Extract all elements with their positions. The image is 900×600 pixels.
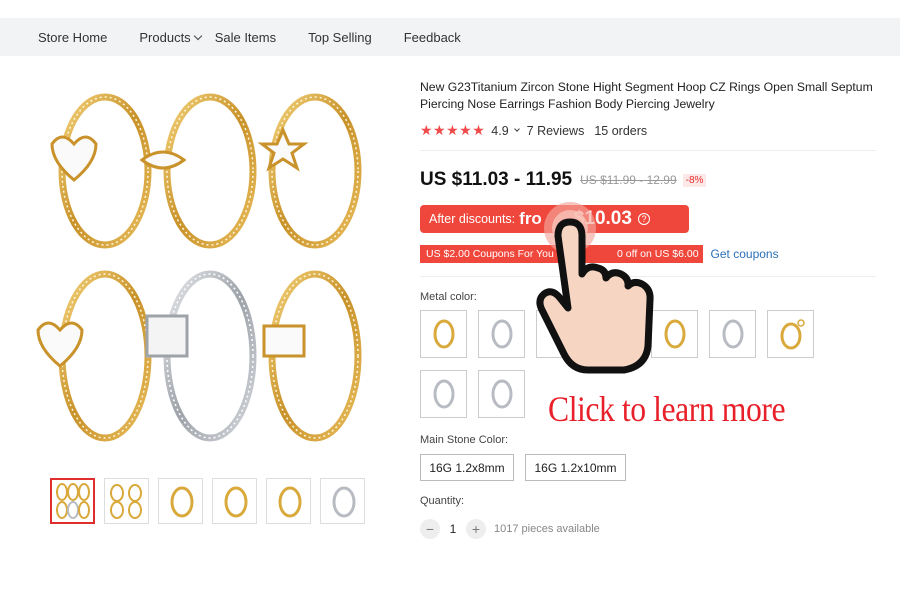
- rating-row: ★★★★★ 4.9 7 Reviews 15 orders: [420, 122, 647, 139]
- after-discounts-label: After discounts:: [429, 212, 516, 226]
- get-coupons-link[interactable]: Get coupons: [711, 247, 779, 261]
- metal-color-swatch-1[interactable]: [420, 310, 467, 358]
- size-option-10mm[interactable]: 16G 1.2x10mm: [525, 454, 626, 481]
- thumbnail-4[interactable]: [212, 478, 257, 524]
- main-stone-label: Main Stone Color:: [420, 434, 509, 446]
- reviews-link[interactable]: 7 Reviews: [527, 124, 585, 138]
- pointing-hand-icon: [536, 196, 666, 376]
- metal-color-swatch-2[interactable]: [478, 310, 525, 358]
- thumbnail-strip: [50, 478, 365, 524]
- click-to-learn-more-text[interactable]: Click to learn more: [548, 388, 786, 430]
- quantity-increase-button[interactable]: +: [466, 519, 486, 539]
- original-price: US $11.99 - 12.99: [580, 173, 677, 187]
- size-option-8mm[interactable]: 16G 1.2x8mm: [420, 454, 514, 481]
- nav-products[interactable]: Products: [139, 29, 202, 45]
- ring-star-gold: [257, 93, 362, 249]
- ring-heart-gold: [50, 93, 152, 249]
- metal-color-label: Metal color:: [420, 291, 477, 303]
- nav-top-selling[interactable]: Top Selling: [308, 30, 372, 45]
- thumbnail-5[interactable]: [266, 478, 311, 524]
- price-row: US $11.03 - 11.95 US $11.99 - 12.99 -8%: [420, 169, 707, 191]
- ring-baguette-gold: [262, 270, 362, 442]
- thumbnail-3[interactable]: [158, 478, 203, 524]
- orders-count: 15 orders: [594, 123, 648, 138]
- nav-feedback[interactable]: Feedback: [404, 30, 461, 45]
- store-nav-bar: Store Home Products Sale Items Top Selli…: [0, 18, 900, 56]
- chevron-down-icon: [193, 31, 202, 40]
- stock-available: 1017 pieces available: [494, 523, 600, 535]
- product-title: New G23Titanium Zircon Stone Hight Segme…: [420, 80, 873, 111]
- thumbnail-2[interactable]: [104, 478, 149, 524]
- ring-marquise-gold: [139, 93, 257, 249]
- thumbnail-6[interactable]: [320, 478, 365, 524]
- quantity-value[interactable]: 1: [440, 522, 466, 536]
- thumbnail-1[interactable]: [50, 478, 95, 524]
- discount-badge: -8%: [682, 173, 707, 187]
- metal-color-swatch-8[interactable]: [420, 370, 467, 418]
- metal-color-swatch-7[interactable]: [767, 310, 814, 358]
- chevron-down-icon: [513, 126, 520, 132]
- nav-sale-items[interactable]: Sale Items: [215, 30, 276, 45]
- main-product-image[interactable]: [30, 86, 380, 456]
- quantity-label: Quantity:: [420, 495, 465, 507]
- quantity-stepper: − 1 + 1017 pieces available: [420, 519, 600, 539]
- divider: [420, 150, 876, 151]
- metal-color-swatch-6[interactable]: [709, 310, 756, 358]
- current-price: US $11.03 - 11.95: [420, 169, 573, 190]
- nav-store-home[interactable]: Store Home: [38, 30, 107, 45]
- star-rating-icon: ★★★★★: [420, 122, 486, 138]
- quantity-decrease-button[interactable]: −: [420, 519, 440, 539]
- metal-color-swatch-9[interactable]: [478, 370, 525, 418]
- ring-square-silver: [145, 270, 257, 442]
- rating-value[interactable]: 4.9: [491, 124, 508, 138]
- nav-products-label: Products: [139, 29, 191, 45]
- ring-heart-gold-2: [36, 270, 152, 442]
